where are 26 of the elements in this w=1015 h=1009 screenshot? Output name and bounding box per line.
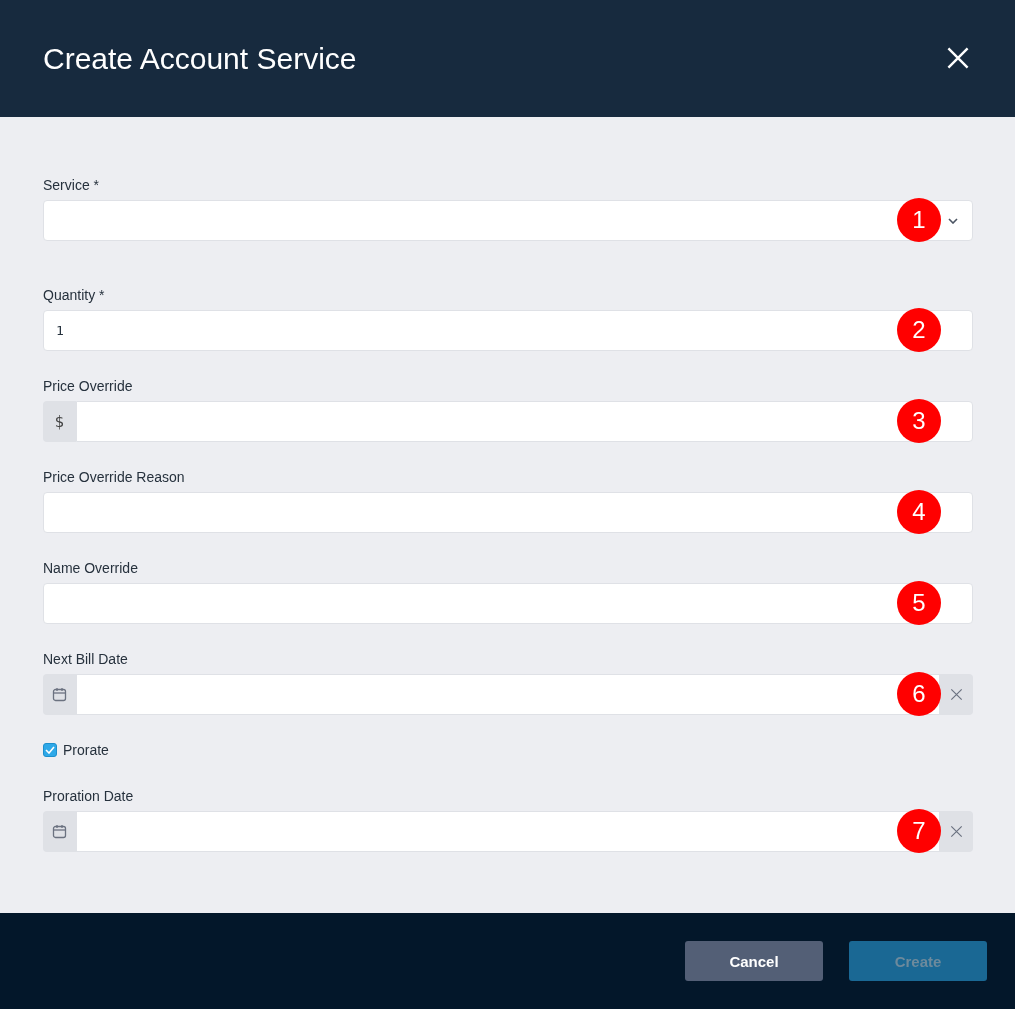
close-icon xyxy=(950,825,963,838)
close-icon xyxy=(946,45,970,70)
calendar-icon xyxy=(52,687,67,702)
cancel-button[interactable]: Cancel xyxy=(685,941,823,981)
service-dropdown[interactable] xyxy=(43,200,973,241)
checkbox-label: Prorate xyxy=(63,742,109,758)
dialog-title: Create Account Service xyxy=(43,41,357,76)
close-icon xyxy=(950,688,963,701)
field-label: Name Override xyxy=(43,560,138,576)
input-field[interactable] xyxy=(76,401,973,442)
field-label: Price Override Reason xyxy=(43,469,185,485)
checkbox[interactable] xyxy=(43,743,57,757)
input-field[interactable] xyxy=(43,583,973,624)
clear-button[interactable] xyxy=(940,811,973,852)
clear-button[interactable] xyxy=(940,674,973,715)
field-label: Quantity * xyxy=(43,287,105,303)
field-label: Next Bill Date xyxy=(43,651,128,667)
calendar-icon xyxy=(52,824,67,839)
currency-prefix: $ xyxy=(43,401,76,442)
date-field[interactable] xyxy=(76,811,940,852)
field-label: Service * xyxy=(43,177,100,193)
date-field[interactable] xyxy=(76,674,940,715)
chevron-down-icon xyxy=(948,217,958,224)
field-label: Price Override xyxy=(43,378,133,394)
field-label: Proration Date xyxy=(43,788,134,804)
input-field[interactable] xyxy=(43,492,973,533)
